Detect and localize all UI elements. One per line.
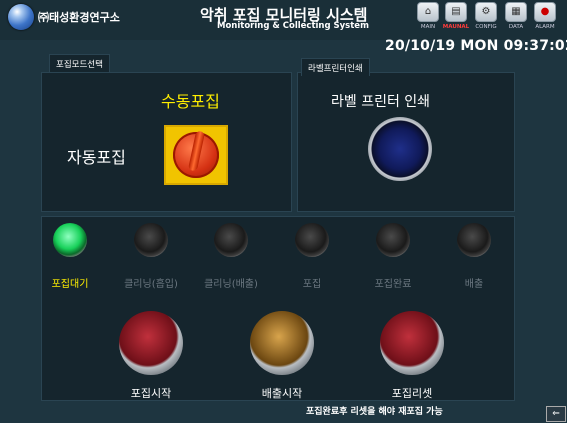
- mode-selector-switch[interactable]: [164, 125, 228, 185]
- reset-notice: 포집완료후 리셋을 해야 재포집 가능: [306, 407, 443, 417]
- manual-mode-label: 수동포집: [161, 92, 220, 111]
- nav-data-button[interactable]: ▦ DATA: [502, 2, 530, 36]
- datetime-display: 20/10/19 MON 09:37:02: [385, 38, 567, 54]
- lamp-standby-label: 포집대기: [51, 279, 89, 290]
- alarm-icon: ●: [534, 2, 556, 22]
- lamp-collect-complete-label: 포집완료: [374, 279, 412, 290]
- lamp-cleaning-intake: [134, 223, 168, 257]
- home-icon: ⌂: [417, 2, 439, 22]
- printer-panel-title: 라벨프린터인쇄: [301, 58, 370, 76]
- nav-config-label: CONFIG: [475, 24, 497, 30]
- nav-manual-label: MAUNAL: [442, 24, 470, 30]
- exhaust-start-button[interactable]: [250, 311, 314, 375]
- app-subtitle: Monitoring & Collecting System: [217, 21, 369, 31]
- collect-start-button[interactable]: [119, 311, 183, 375]
- collect-reset-label: 포집리셋: [391, 387, 433, 400]
- nav-alarm-label: ALARM: [535, 24, 555, 30]
- nav-manual-button[interactable]: ▤ MAUNAL: [442, 2, 470, 36]
- exhaust-start-label: 배출시작: [261, 387, 303, 400]
- collect-start-label: 포집시작: [130, 387, 172, 400]
- nav-data-label: DATA: [508, 24, 524, 30]
- lamp-collecting: [295, 223, 329, 257]
- lamp-standby: [53, 223, 87, 257]
- lamp-exhaust-label: 배출: [464, 279, 484, 290]
- nav-main-button[interactable]: ⌂ MAIN: [414, 2, 442, 36]
- lamp-collecting-label: 포집: [302, 279, 322, 290]
- config-icon: ⚙: [475, 2, 497, 22]
- mode-panel-title: 포집모드선택: [49, 54, 110, 72]
- label-print-caption: 라벨 프린터 인쇄: [331, 94, 431, 110]
- globe-logo-icon: [8, 4, 34, 30]
- back-arrow-icon[interactable]: ⇐: [546, 406, 566, 422]
- lamp-collect-complete: [376, 223, 410, 257]
- lamp-cleaning-exhaust-label: 클리닝(배출): [204, 279, 258, 290]
- company-name: ㈜태성환경연구소: [38, 11, 120, 24]
- data-icon: ▦: [505, 2, 527, 22]
- lamp-exhaust: [457, 223, 491, 257]
- manual-icon: ▤: [445, 2, 467, 22]
- auto-mode-label: 자동포집: [67, 148, 126, 167]
- lamp-cleaning-exhaust: [214, 223, 248, 257]
- label-print-button[interactable]: [368, 117, 432, 181]
- lamp-cleaning-intake-label: 클리닝(흡입): [124, 279, 178, 290]
- nav-config-button[interactable]: ⚙ CONFIG: [472, 2, 500, 36]
- collect-reset-button[interactable]: [380, 311, 444, 375]
- nav-main-label: MAIN: [420, 24, 436, 30]
- nav-alarm-button[interactable]: ● ALARM: [531, 2, 559, 36]
